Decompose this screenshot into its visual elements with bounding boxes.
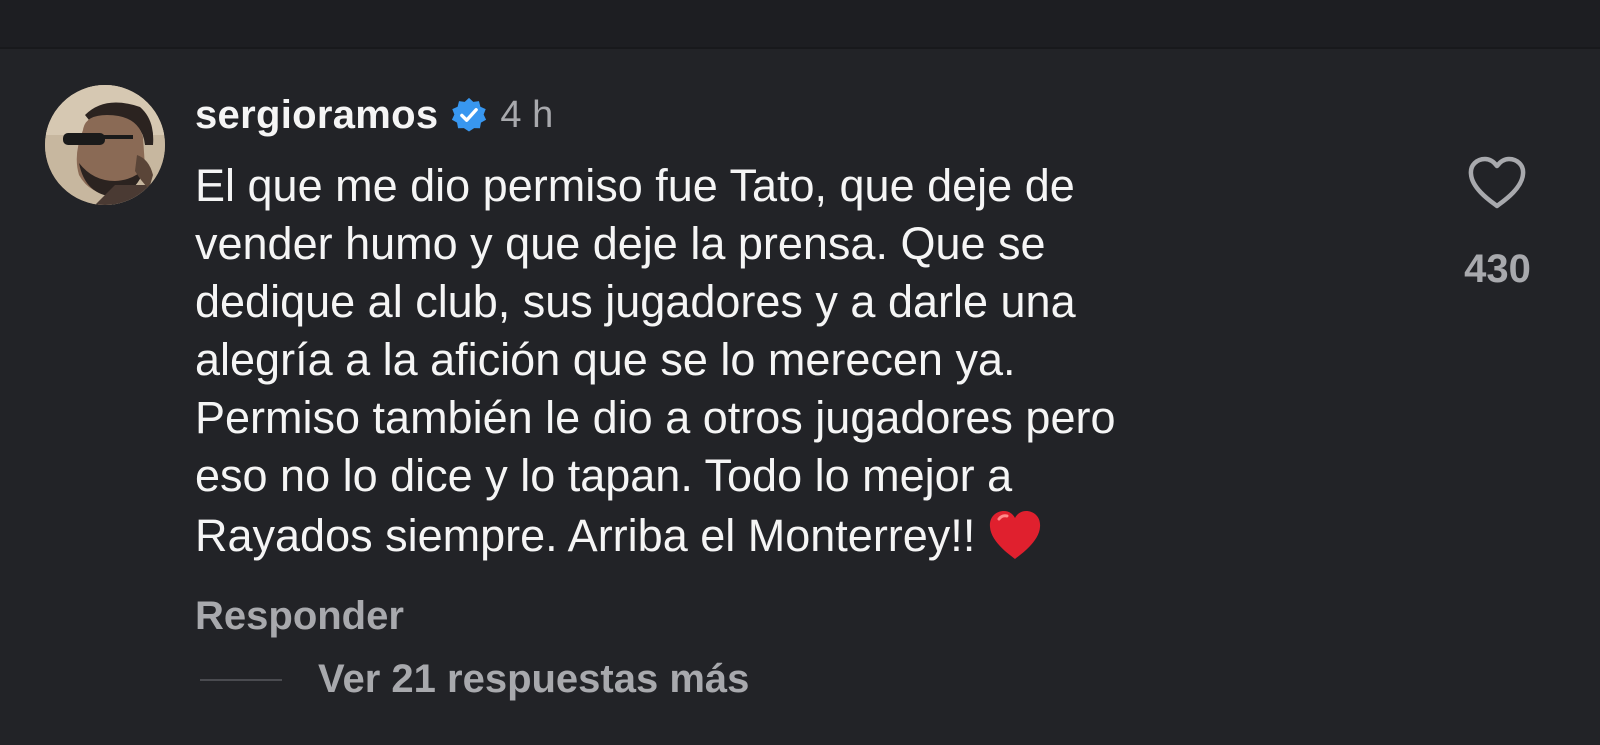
comment: sergioramos 4 h El que me dio permiso fu…	[0, 49, 1600, 745]
like-count: 430	[1464, 247, 1531, 291]
view-more-replies-label: Ver 21 respuestas más	[318, 657, 750, 701]
avatar[interactable]	[45, 85, 165, 205]
red-heart-emoji	[985, 505, 1045, 565]
timestamp: 4 h	[500, 93, 554, 136]
top-bar	[0, 0, 1600, 47]
reply-button[interactable]: Responder	[195, 594, 404, 639]
comment-header: sergioramos 4 h	[195, 87, 553, 143]
heart-outline-icon[interactable]	[1466, 154, 1528, 212]
replies-divider-line	[200, 678, 282, 681]
username[interactable]: sergioramos	[195, 93, 438, 138]
verified-badge-icon	[450, 96, 488, 134]
view-more-replies-button[interactable]: Ver 21 respuestas más	[200, 657, 749, 702]
comment-text: El que me dio permiso fue Tato, que deje…	[195, 160, 1116, 561]
avatar-image	[45, 85, 165, 205]
comment-body: El que me dio permiso fue Tato, que deje…	[195, 157, 1345, 565]
